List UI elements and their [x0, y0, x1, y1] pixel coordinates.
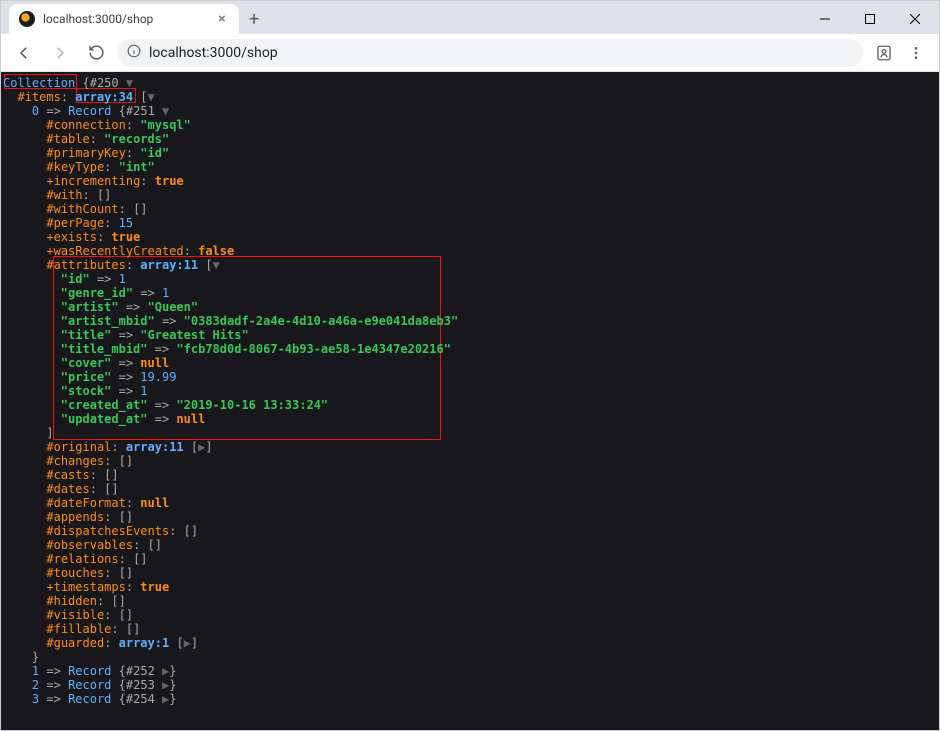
menu-icon[interactable] — [901, 38, 931, 68]
browser-window: localhost:3000/shop × + — [0, 0, 940, 731]
url-text: localhost:3000/shop — [149, 45, 278, 61]
address-bar: localhost:3000/shop — [1, 34, 939, 72]
reload-button[interactable] — [81, 38, 111, 68]
site-info-icon[interactable] — [127, 44, 141, 62]
new-tab-button[interactable]: + — [239, 9, 269, 34]
tab-title: localhost:3000/shop — [43, 12, 153, 26]
back-button[interactable] — [9, 38, 39, 68]
tab-close-icon[interactable]: × — [215, 12, 229, 26]
url-input[interactable]: localhost:3000/shop — [117, 39, 863, 67]
window-controls — [802, 4, 939, 34]
var-dump: Collection {#250 ▼ #items: array:34 [▼ 0… — [3, 76, 937, 706]
browser-tab[interactable]: localhost:3000/shop × — [9, 4, 239, 34]
minimize-button[interactable] — [802, 4, 847, 34]
forward-button[interactable] — [45, 38, 75, 68]
account-icon[interactable] — [869, 38, 899, 68]
favicon — [19, 11, 35, 27]
close-window-button[interactable] — [892, 4, 937, 34]
titlebar: localhost:3000/shop × + — [1, 1, 939, 34]
page-content[interactable]: Collection {#250 ▼ #items: array:34 [▼ 0… — [1, 72, 939, 730]
maximize-button[interactable] — [847, 4, 892, 34]
